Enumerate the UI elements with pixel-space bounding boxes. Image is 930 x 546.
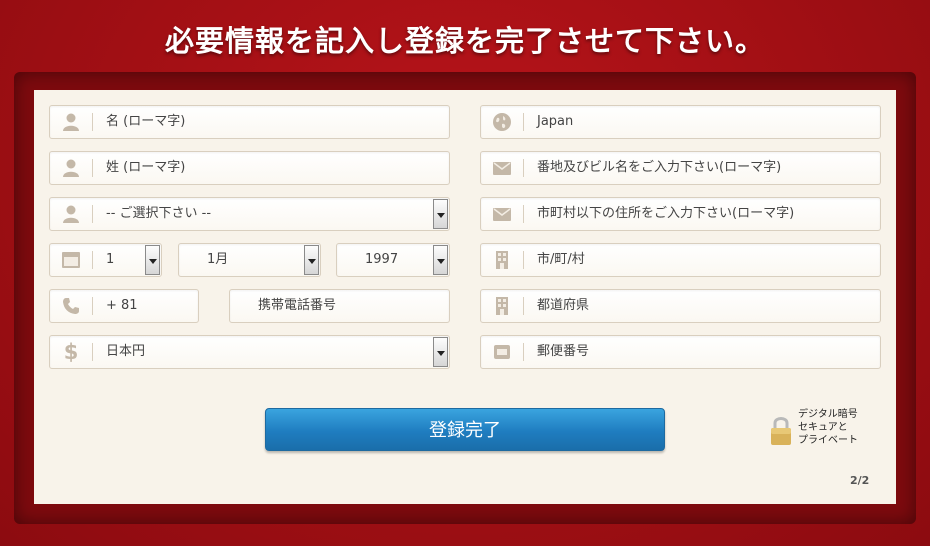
chevron-down-icon[interactable] <box>145 245 160 275</box>
address1-placeholder: 番地及びビル名をご入力下さい(ローマ字) <box>537 160 782 175</box>
dollar-icon: $ <box>63 340 79 364</box>
birth-month-value: 1月 <box>207 252 229 267</box>
field-separator <box>523 205 524 223</box>
chevron-down-icon[interactable] <box>433 245 448 275</box>
country-value: Japan <box>537 114 574 129</box>
envelope-icon <box>481 152 523 184</box>
page-title: 必要情報を記入し登録を完了させて下さい。 <box>164 24 765 58</box>
person-icon <box>50 152 92 184</box>
field-separator <box>523 251 524 269</box>
address2-placeholder: 市町村以下の住所をご入力下さい(ローマ字) <box>537 206 795 221</box>
field-separator <box>523 343 524 361</box>
last-name-field[interactable]: 姓 (ローマ字) <box>49 151 450 185</box>
phone-placeholder: 携帯電話番号 <box>258 298 337 313</box>
phone-code-field[interactable]: + 81 <box>49 289 199 323</box>
field-separator <box>92 159 93 177</box>
country-field[interactable]: Japan <box>480 105 881 139</box>
birth-year-value: 1997 <box>365 252 399 267</box>
field-separator <box>92 113 93 131</box>
prefecture-field[interactable]: 都道府県 <box>480 289 881 323</box>
register-complete-button[interactable]: 登録完了 <box>265 408 665 451</box>
field-separator <box>92 343 93 361</box>
chevron-down-icon[interactable] <box>433 199 448 229</box>
mailbox-icon <box>481 336 523 368</box>
chevron-down-icon[interactable] <box>304 245 319 275</box>
security-text-line3: プライベート <box>798 435 858 446</box>
building-icon <box>481 290 523 322</box>
birth-month-select[interactable]: 1月 <box>178 243 321 277</box>
city-field[interactable]: 市/町/村 <box>480 243 881 277</box>
birth-day-value: 1 <box>106 252 115 267</box>
birth-day-select[interactable]: 1 <box>49 243 162 277</box>
currency-value: 日本円 <box>106 344 146 359</box>
security-badge: デジタル暗号 セキュアと プライベート <box>770 408 860 454</box>
title-select-value: -- ご選択下さい -- <box>106 206 212 221</box>
security-text-line2: セキュアと <box>798 422 848 433</box>
title-select[interactable]: -- ご選択下さい -- <box>49 197 450 231</box>
currency-select[interactable]: $ 日本円 <box>49 335 450 369</box>
calendar-icon <box>50 244 92 276</box>
address2-field[interactable]: 市町村以下の住所をご入力下さい(ローマ字) <box>480 197 881 231</box>
field-separator <box>92 251 93 269</box>
page-indicator: 2/2 <box>850 474 870 487</box>
globe-icon <box>481 106 523 138</box>
phone-code-value: + 81 <box>106 298 138 313</box>
birth-year-select[interactable]: 1997 <box>336 243 450 277</box>
first-name-placeholder: 名 (ローマ字) <box>106 114 186 129</box>
phone-field[interactable]: 携帯電話番号 <box>229 289 450 323</box>
city-placeholder: 市/町/村 <box>537 252 585 267</box>
prefecture-placeholder: 都道府県 <box>537 298 590 313</box>
address1-field[interactable]: 番地及びビル名をご入力下さい(ローマ字) <box>480 151 881 185</box>
building-icon <box>481 244 523 276</box>
phone-icon <box>50 290 92 322</box>
padlock-icon <box>770 414 792 450</box>
field-separator <box>92 205 93 223</box>
postal-code-placeholder: 郵便番号 <box>537 344 590 359</box>
security-text-line1: デジタル暗号 <box>798 409 858 420</box>
person-icon <box>50 198 92 230</box>
field-separator <box>92 297 93 315</box>
field-separator <box>523 297 524 315</box>
chevron-down-icon[interactable] <box>433 337 448 367</box>
person-icon <box>50 106 92 138</box>
last-name-placeholder: 姓 (ローマ字) <box>106 160 186 175</box>
field-separator <box>523 113 524 131</box>
postal-code-field[interactable]: 郵便番号 <box>480 335 881 369</box>
field-separator <box>523 159 524 177</box>
first-name-field[interactable]: 名 (ローマ字) <box>49 105 450 139</box>
envelope-icon <box>481 198 523 230</box>
